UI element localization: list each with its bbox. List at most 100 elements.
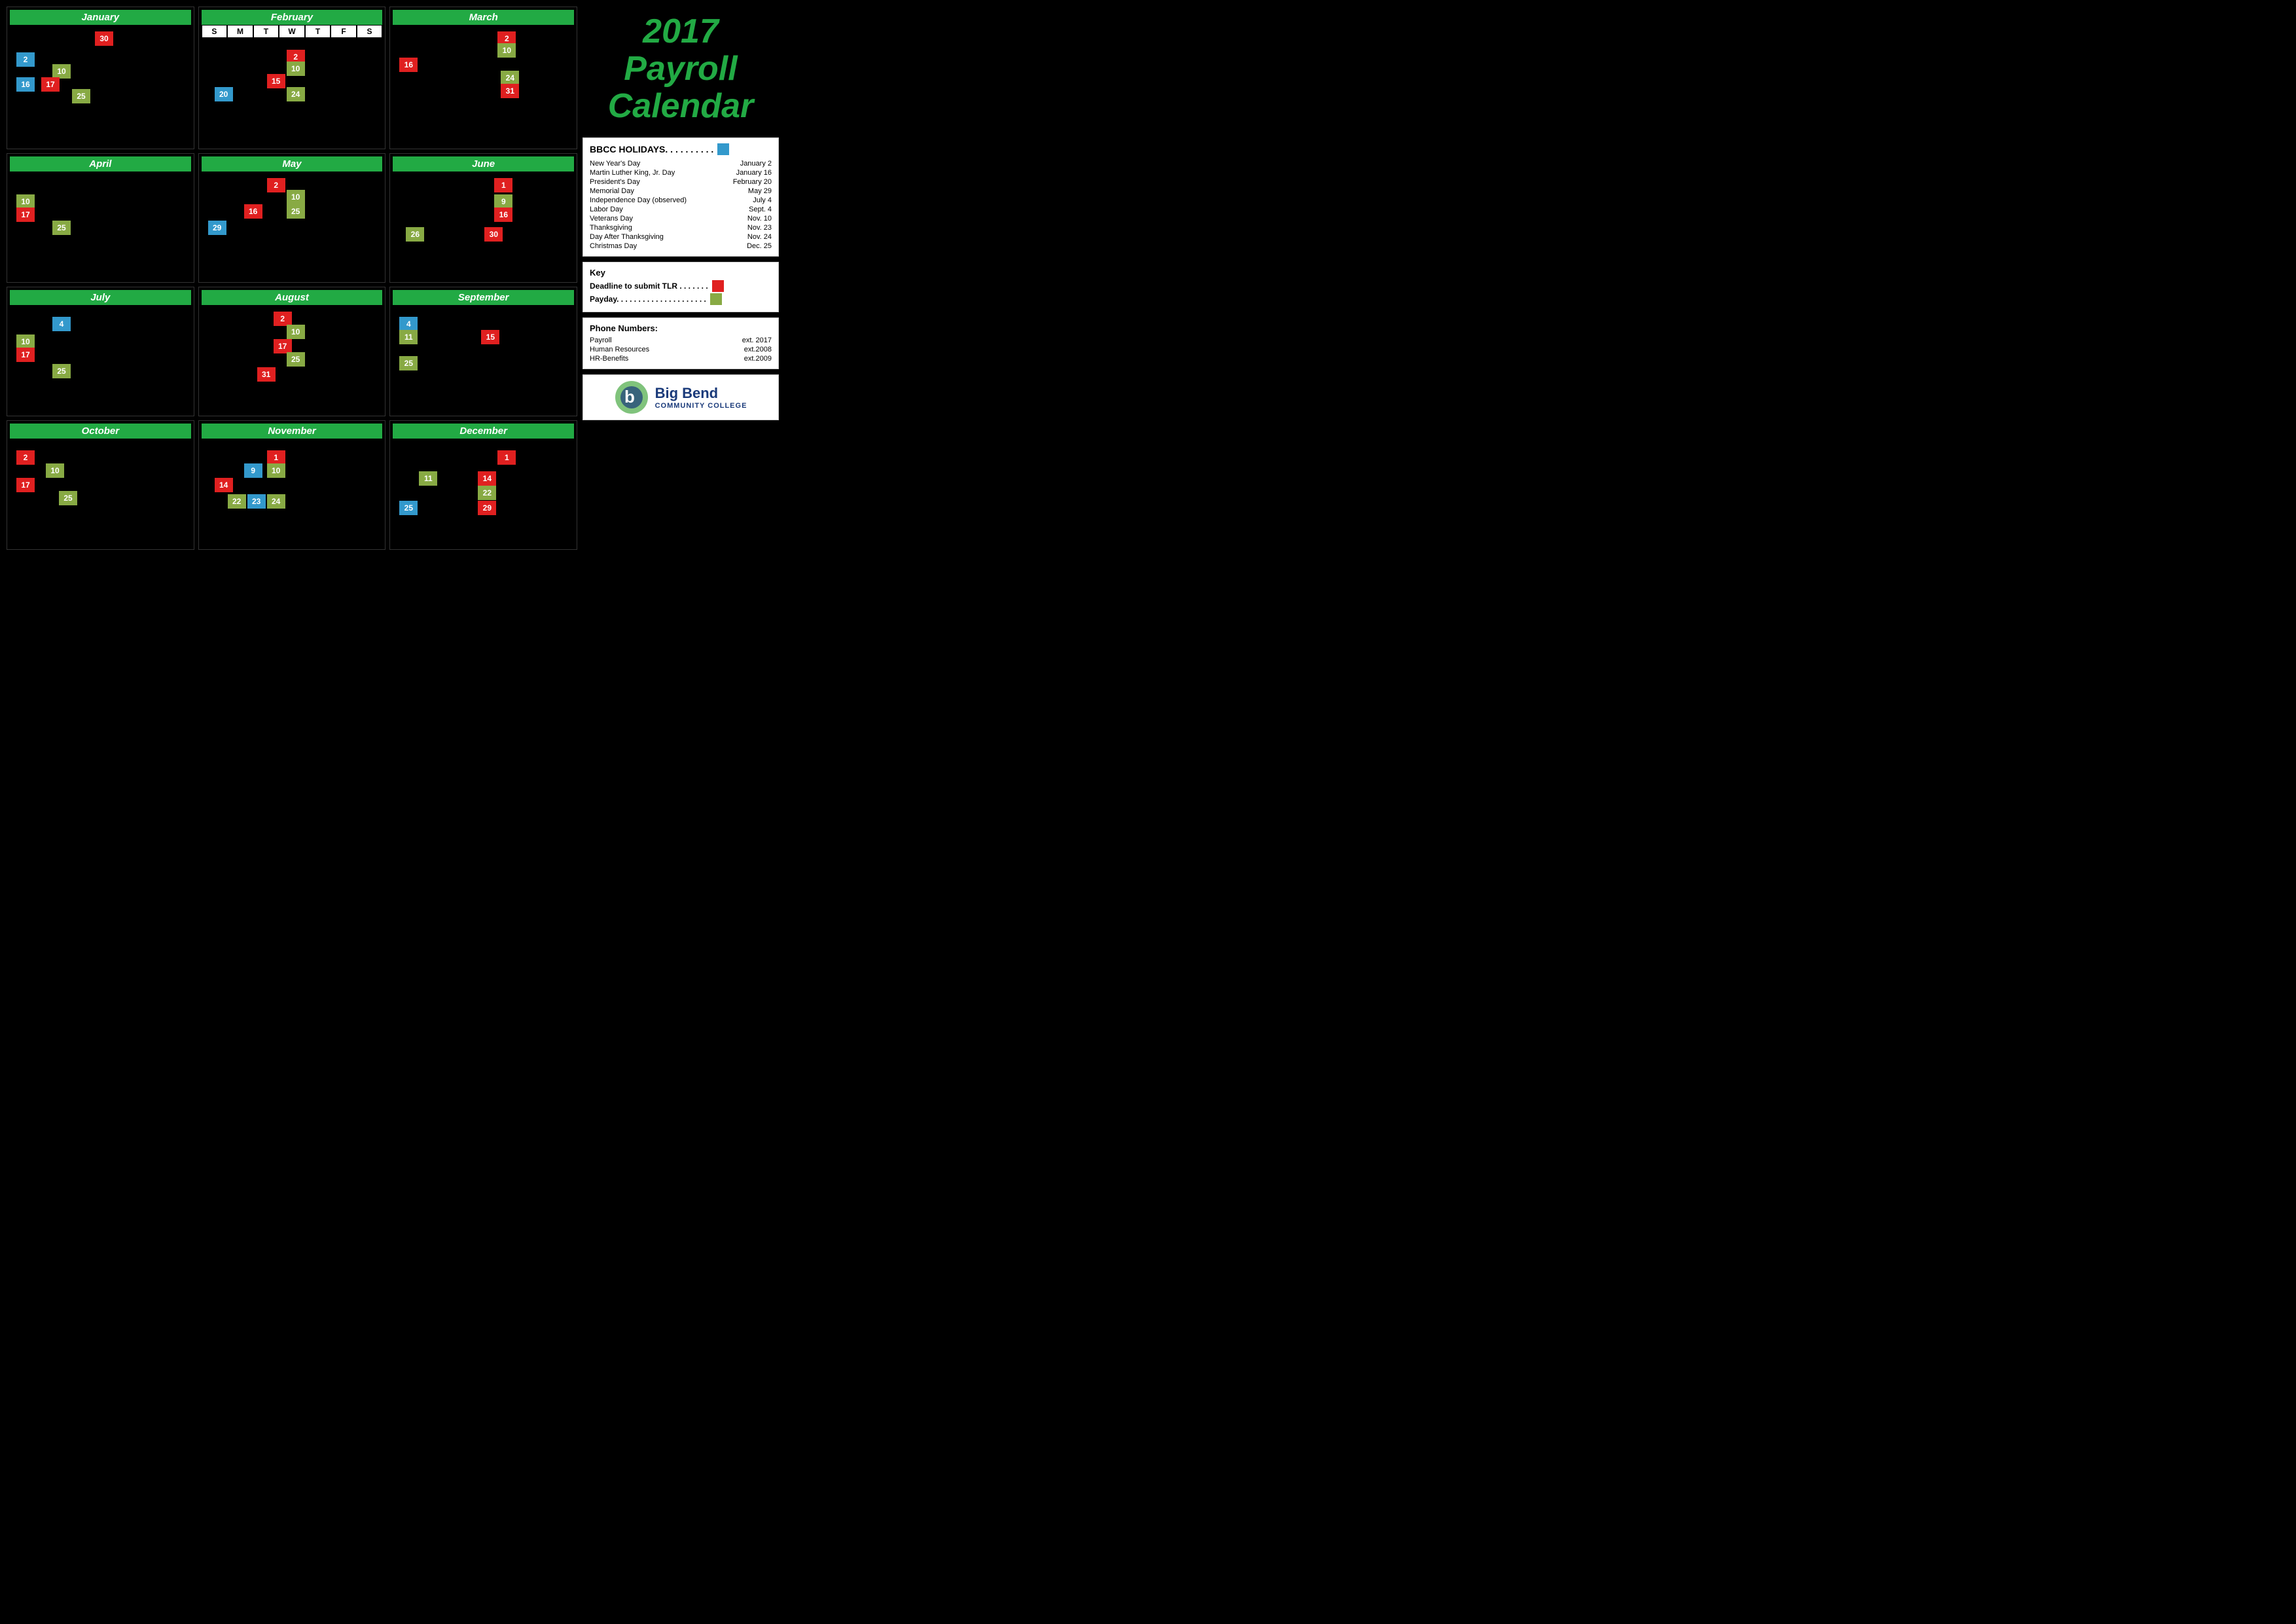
- day-16-january: 16: [16, 77, 35, 92]
- month-header-december: December: [393, 424, 574, 439]
- bbcc-logo-icon: b: [615, 380, 649, 414]
- holiday-name: President's Day: [590, 178, 640, 186]
- phone-label: Payroll: [590, 336, 612, 344]
- holiday-row: President's Day February 20: [590, 177, 772, 187]
- feb-day-T: T: [305, 25, 331, 38]
- day-10-august: 10: [287, 325, 305, 339]
- holiday-name: Martin Luther King, Jr. Day: [590, 169, 675, 177]
- holiday-name: Day After Thanksgiving: [590, 233, 664, 241]
- day-24-march: 24: [501, 71, 519, 85]
- month-june: June19162630: [389, 153, 577, 283]
- day-17-april: 17: [16, 208, 35, 222]
- holiday-name: Veterans Day: [590, 215, 633, 223]
- feb-day-S: S: [202, 25, 228, 38]
- day-29-may: 29: [208, 221, 226, 235]
- day-10-november: 10: [267, 463, 285, 478]
- phone-box: Phone Numbers: Payrollext. 2017Human Res…: [583, 317, 779, 369]
- day-4-july: 4: [52, 317, 71, 331]
- holiday-row: New Year's DayJanuary 2: [590, 159, 772, 168]
- month-header-april: April: [10, 156, 191, 171]
- phone-value: ext.2008: [744, 346, 772, 353]
- phone-label: Human Resources: [590, 346, 649, 353]
- title-line2: Calendar: [583, 88, 779, 125]
- holidays-list: New Year's DayJanuary 2Martin Luther Kin…: [590, 159, 772, 251]
- day-1-november: 1: [267, 450, 285, 465]
- month-body-march: 210162431: [393, 25, 574, 123]
- feb-day-header: SMTWTFS: [202, 25, 383, 38]
- month-header-july: July: [10, 290, 191, 305]
- month-july: July4101725: [7, 287, 194, 416]
- month-header-november: November: [202, 424, 383, 439]
- key-payday-row: Payday. . . . . . . . . . . . . . . . . …: [590, 293, 772, 305]
- month-december: December11114222529: [389, 420, 577, 550]
- day-25-december: 25: [399, 501, 418, 515]
- logo-subtitle: COMMUNITY COLLEGE: [655, 402, 747, 410]
- holiday-name: Independence Day (observed): [590, 196, 687, 204]
- holiday-date: Dec. 25: [747, 242, 772, 250]
- holiday-name: Labor Day: [590, 206, 623, 213]
- day-2-may: 2: [267, 178, 285, 192]
- day-10-january: 10: [52, 64, 71, 79]
- month-header-february: February: [202, 10, 383, 25]
- day-24-february: 24: [287, 87, 305, 101]
- holiday-row: Thanksgiving Nov. 23: [590, 223, 772, 232]
- feb-day-F: F: [331, 25, 357, 38]
- month-november: November191014222324: [198, 420, 386, 550]
- day-2-october: 2: [16, 450, 35, 465]
- holiday-date: February 20: [733, 178, 772, 186]
- day-22-december: 22: [478, 486, 496, 500]
- month-body-august: 210172531: [202, 305, 383, 403]
- month-body-april: 1017 25: [10, 171, 191, 270]
- day-30-june: 30: [484, 227, 503, 242]
- day-9-june: 9: [494, 194, 512, 209]
- day-31-march: 31: [501, 84, 519, 98]
- holiday-date: July 4: [753, 196, 772, 204]
- day-17-october: 17: [16, 478, 35, 492]
- day-17-july: 17: [16, 348, 35, 362]
- phone-title: Phone Numbers:: [590, 323, 772, 333]
- day-15-september: 15: [481, 330, 499, 344]
- day-16-june: 16: [494, 208, 512, 222]
- day-25-april: 25: [52, 221, 71, 235]
- feb-day-S: S: [357, 25, 383, 38]
- month-march: March210162431: [389, 7, 577, 149]
- day-10-october: 10: [46, 463, 64, 478]
- month-october: October2101725: [7, 420, 194, 550]
- holiday-date: Nov. 23: [747, 224, 772, 232]
- holiday-name: New Year's Day: [590, 160, 640, 168]
- holiday-name: Christmas Day: [590, 242, 637, 250]
- day-10-february: 10: [287, 62, 305, 76]
- day-2-august: 2: [274, 312, 292, 326]
- key-payday-color: [710, 293, 722, 305]
- phone-row: Payrollext. 2017: [590, 336, 772, 345]
- month-body-may: 210162529: [202, 171, 383, 270]
- right-panel: 2017 Payroll Calendar BBCC HOLIDAYS. . .…: [583, 7, 779, 550]
- holiday-name: Memorial Day: [590, 187, 634, 195]
- day-30-january: 30: [95, 31, 113, 46]
- day-1-december: 1: [497, 450, 516, 465]
- month-body-december: 11114222529: [393, 439, 574, 537]
- day-10-march: 10: [497, 43, 516, 58]
- month-header-january: January: [10, 10, 191, 25]
- title-line1: Payroll: [583, 50, 779, 88]
- title-year: 2017: [583, 13, 779, 50]
- holiday-row: Veterans DayNov. 10: [590, 214, 772, 223]
- key-tlr-label: Deadline to submit TLR . . . . . . .: [590, 281, 708, 291]
- logo-box: b Big Bend COMMUNITY COLLEGE: [583, 374, 779, 420]
- day-14-december: 14: [478, 471, 496, 486]
- holiday-name: Thanksgiving: [590, 224, 632, 232]
- calendar-grid: January30210161725FebruarySMTWTFS2101520…: [7, 7, 577, 550]
- month-header-october: October: [10, 424, 191, 439]
- page-title: 2017 Payroll Calendar: [583, 7, 779, 132]
- day-9-november: 9: [244, 463, 262, 478]
- month-header-may: May: [202, 156, 383, 171]
- day-25-january: 25: [72, 89, 90, 103]
- month-body-june: 19162630: [393, 171, 574, 270]
- month-body-july: 4101725: [10, 305, 191, 403]
- month-header-september: September: [393, 290, 574, 305]
- day-14-november: 14: [215, 478, 233, 492]
- day-10-april: 10: [16, 194, 35, 209]
- day-15-february: 15: [267, 74, 285, 88]
- month-body-november: 191014222324: [202, 439, 383, 537]
- month-september: September4111525: [389, 287, 577, 416]
